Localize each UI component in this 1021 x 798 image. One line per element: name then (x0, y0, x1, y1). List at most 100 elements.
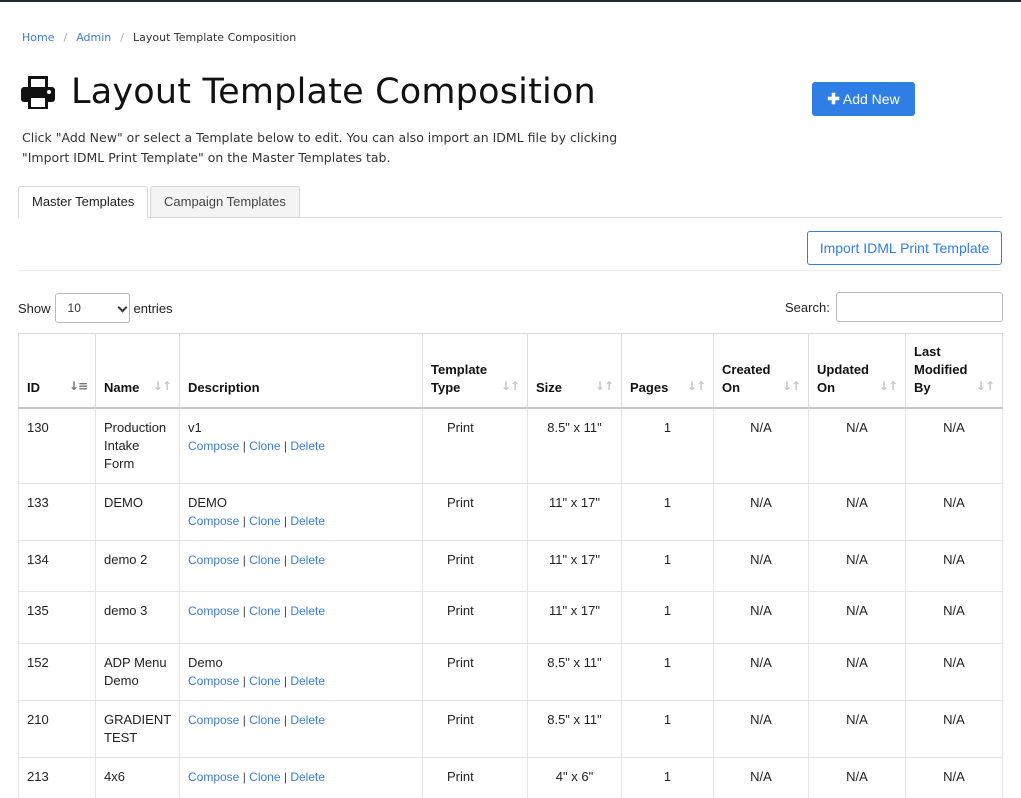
add-new-button[interactable]: ✚ Add New (812, 82, 915, 116)
header-created-on[interactable]: Created On ↓↑ (713, 333, 809, 409)
breadcrumb-admin-link[interactable]: Admin (76, 31, 111, 44)
delete-link[interactable]: Delete (290, 713, 325, 727)
header-created-label: Created On (722, 361, 771, 395)
cell-pages: 1 (621, 699, 714, 758)
cell-description: DEMO Compose | Clone | Delete (179, 482, 423, 541)
table-row[interactable]: 135 demo 3 Compose | Clone | Delete Print 11… (18, 590, 1003, 644)
clone-link[interactable]: Clone (249, 514, 280, 528)
cell-name: 4x6 (95, 756, 180, 798)
cell-template-type: Print (422, 590, 528, 644)
cell-size: 11" x 17" (527, 539, 622, 592)
action-separator: | (242, 673, 246, 688)
table-row[interactable]: 213 4x6 Compose | Clone | Delete Print 4" x … (18, 756, 1003, 798)
compose-link[interactable]: Compose (188, 439, 239, 453)
cell-id: 152 (18, 642, 96, 701)
delete-link[interactable]: Delete (290, 674, 325, 688)
action-separator: | (283, 438, 287, 453)
row-actions: Compose | Clone | Delete (188, 711, 414, 729)
description-text: DEMO (188, 494, 227, 510)
clone-link[interactable]: Clone (249, 553, 280, 567)
delete-link[interactable]: Delete (290, 604, 325, 618)
clone-link[interactable]: Clone (249, 713, 280, 727)
cell-pages: 1 (621, 642, 714, 701)
sort-icon: ↓↑ (594, 378, 614, 393)
header-id[interactable]: ID ↓≡ (18, 333, 96, 409)
action-separator: | (283, 603, 287, 618)
compose-link[interactable]: Compose (188, 553, 239, 567)
breadcrumb-separator: / (63, 31, 68, 44)
table-row[interactable]: 133 DEMO DEMO Compose | Clone | Delete Print… (18, 482, 1003, 541)
compose-link[interactable]: Compose (188, 770, 239, 784)
row-actions: Compose | Clone | Delete (188, 602, 414, 620)
sort-icon: ↓↑ (152, 378, 172, 393)
cell-id: 135 (18, 590, 96, 644)
cell-last-modified-by: N/A (905, 699, 1003, 758)
compose-link[interactable]: Compose (188, 604, 239, 618)
row-actions: Compose | Clone | Delete (188, 551, 414, 569)
header-size[interactable]: Size ↓↑ (527, 333, 622, 409)
table-row[interactable]: 134 demo 2 Compose | Clone | Delete Print 11… (18, 539, 1003, 592)
cell-id: 130 (18, 407, 96, 484)
cell-description: Compose | Clone | Delete (179, 699, 423, 758)
header-last-modified-by[interactable]: Last Modified By ↓↑ (905, 333, 1003, 409)
cell-created-on: N/A (713, 539, 809, 592)
row-actions: Compose | Clone | Delete (188, 512, 414, 530)
table-row[interactable]: 130 Production Intake Form v1 Compose | Clo… (18, 407, 1003, 484)
cell-template-type: Print (422, 539, 528, 592)
search-control: Search: (785, 292, 1003, 322)
clone-link[interactable]: Clone (249, 770, 280, 784)
clone-link[interactable]: Clone (249, 604, 280, 618)
cell-description: Compose | Clone | Delete (179, 590, 423, 644)
cell-name: DEMO (95, 482, 180, 541)
row-actions: Compose | Clone | Delete (188, 768, 414, 786)
sort-asc-icon: ↓≡ (68, 378, 88, 393)
compose-link[interactable]: Compose (188, 674, 239, 688)
entries-length-control: Show 10 entries (18, 293, 173, 323)
row-actions: Compose | Clone | Delete (188, 437, 414, 455)
cell-name: ADP Menu Demo (95, 642, 180, 701)
table-row[interactable]: 210 GRADIENT TEST Compose | Clone | Delete… (18, 699, 1003, 758)
clone-link[interactable]: Clone (249, 439, 280, 453)
cell-created-on: N/A (713, 482, 809, 541)
table-row[interactable]: 152 ADP Menu Demo Demo Compose | Clone | De… (18, 642, 1003, 701)
action-separator: | (242, 513, 246, 528)
header-name-label: Name (104, 379, 140, 395)
header-template-type[interactable]: Template Type ↓↑ (422, 333, 528, 409)
tab-master-templates[interactable]: Master Templates (18, 186, 149, 218)
delete-link[interactable]: Delete (290, 553, 325, 567)
action-separator: | (242, 712, 246, 727)
import-idml-button[interactable]: Import IDML Print Template (807, 231, 1002, 265)
delete-link[interactable]: Delete (290, 514, 325, 528)
header-updated-label: Updated On (817, 361, 869, 395)
header-pages[interactable]: Pages ↓↑ (621, 333, 714, 409)
compose-link[interactable]: Compose (188, 514, 239, 528)
cell-description: Compose | Clone | Delete (179, 539, 423, 592)
header-name[interactable]: Name ↓↑ (95, 333, 180, 409)
clone-link[interactable]: Clone (249, 674, 280, 688)
tab-bar: Master Templates Campaign Templates (18, 186, 1002, 218)
tab-campaign-templates[interactable]: Campaign Templates (150, 186, 300, 218)
cell-created-on: N/A (713, 756, 809, 798)
cell-name: GRADIENT TEST (95, 699, 180, 758)
entries-select[interactable]: 10 (54, 293, 130, 323)
cell-updated-on: N/A (808, 482, 906, 541)
sort-icon: ↓↑ (686, 378, 706, 393)
cell-updated-on: N/A (808, 590, 906, 644)
delete-link[interactable]: Delete (290, 770, 325, 784)
action-separator: | (283, 673, 287, 688)
cell-created-on: N/A (713, 590, 809, 644)
search-input[interactable] (835, 292, 1003, 322)
add-new-label: Add New (842, 91, 900, 107)
cell-description: Demo Compose | Clone | Delete (179, 642, 423, 701)
action-separator: | (283, 552, 287, 567)
cell-id: 213 (18, 756, 96, 798)
header-id-label: ID (27, 379, 40, 395)
header-updated-on[interactable]: Updated On ↓↑ (808, 333, 906, 409)
cell-size: 11" x 17" (527, 482, 622, 541)
compose-link[interactable]: Compose (188, 713, 239, 727)
breadcrumb-home-link[interactable]: Home (22, 31, 54, 44)
divider (18, 270, 1002, 271)
sort-icon: ↓↑ (500, 378, 520, 393)
delete-link[interactable]: Delete (290, 439, 325, 453)
header-type-label: Template Type (431, 361, 488, 395)
